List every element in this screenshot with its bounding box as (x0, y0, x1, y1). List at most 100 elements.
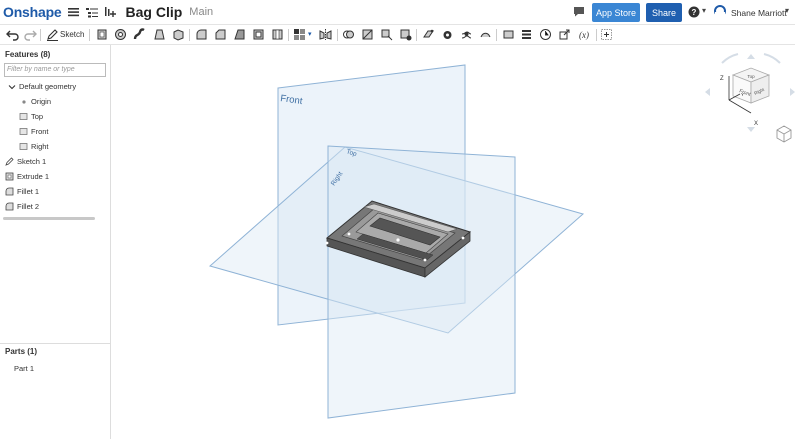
feature-item-label: Extrude 1 (17, 172, 50, 181)
feature-item-label: Right (31, 142, 49, 151)
section-view-icon[interactable] (520, 28, 533, 41)
plane-tool-icon[interactable] (422, 28, 435, 41)
sweep-icon[interactable] (133, 28, 146, 41)
viewport-canvas[interactable]: Front Top Right Top Front Right Z X Y (112, 45, 795, 439)
document-title[interactable]: Bag Clip (126, 4, 183, 20)
plane-icon (19, 112, 28, 121)
toolbar-separator (89, 29, 90, 41)
panel-divider[interactable] (0, 343, 111, 344)
toolbar-separator (189, 29, 190, 41)
toolbar-separator (337, 29, 338, 41)
right-plane[interactable] (327, 145, 516, 419)
shell-icon[interactable] (252, 28, 265, 41)
axis-x-label: X (754, 121, 758, 127)
help-icon[interactable]: ? (688, 6, 700, 18)
rotate-down-arrow-icon (747, 127, 755, 132)
fillet-icon (5, 187, 14, 196)
loft-icon[interactable] (153, 28, 166, 41)
pattern-dropdown-icon[interactable]: ▾ (308, 30, 312, 38)
transform-icon[interactable] (380, 28, 393, 41)
graphics-viewport[interactable]: Front Top Right Top Front Right Z X Y (112, 45, 795, 439)
features-title: Features (8) (5, 50, 51, 59)
rotate-left-arrow-icon (705, 88, 710, 96)
view-options-icon[interactable] (776, 125, 792, 143)
axis-y-label: Y (741, 92, 744, 97)
feature-item-label: Sketch 1 (17, 157, 47, 166)
feature-item-label: Fillet 2 (17, 202, 40, 211)
undo-icon[interactable] (6, 28, 19, 41)
insert-icon[interactable] (104, 6, 116, 18)
rotate-cw-arrow-icon (763, 53, 781, 64)
extrude-icon (5, 172, 14, 181)
toolbar-separator (40, 29, 41, 41)
sketch-button-label[interactable]: Sketch (60, 30, 84, 39)
toolbar-separator (288, 29, 289, 41)
feature-item-front[interactable]: Front (19, 127, 49, 136)
default-geometry-node[interactable]: Default geometry (7, 82, 76, 91)
feature-item-right[interactable]: Right (19, 142, 49, 151)
user-avatar-icon[interactable] (714, 5, 726, 18)
comment-icon[interactable] (573, 6, 585, 17)
onshape-logo[interactable]: Onshape (3, 4, 62, 20)
feature-item-fillet-1[interactable]: Fillet 1 (5, 187, 39, 196)
mate-connector-icon[interactable] (441, 28, 454, 41)
branch-label[interactable]: Main (189, 6, 213, 18)
chamfer-icon[interactable] (214, 28, 227, 41)
user-name[interactable]: Shane Marriott (731, 8, 787, 18)
user-menu-caret[interactable]: ▾ (785, 6, 789, 15)
redo-icon[interactable] (24, 28, 37, 41)
feature-filter-input[interactable]: Filter by name or type (4, 63, 106, 77)
thicken-icon[interactable] (172, 28, 185, 41)
feature-list-icon[interactable] (85, 7, 98, 18)
hole-icon[interactable] (271, 28, 284, 41)
feature-item-extrude-1[interactable]: Extrude 1 (5, 172, 49, 181)
view-cube-top-label[interactable]: Top (747, 74, 755, 79)
feature-list-scrollbar[interactable] (3, 217, 95, 220)
feature-item-fillet-2[interactable]: Fillet 2 (5, 202, 39, 211)
origin-point-icon (19, 97, 28, 106)
sheet-metal-icon[interactable] (502, 28, 515, 41)
pattern-icon[interactable] (293, 28, 306, 41)
plane-icon (19, 142, 28, 151)
fillet-icon[interactable] (195, 28, 208, 41)
add-custom-feature-icon[interactable] (600, 28, 613, 41)
share-button[interactable]: Share (646, 3, 682, 22)
help-caret[interactable]: ▾ (702, 6, 706, 15)
feature-item-label: Top (31, 112, 44, 121)
helix-icon[interactable] (460, 28, 473, 41)
part-item[interactable]: Part 1 (14, 364, 34, 373)
top-bar: Onshape Bag Clip Main App Store Share ? … (0, 0, 795, 25)
axis-z-label: Z (720, 76, 724, 82)
feature-item-label: Fillet 1 (17, 187, 40, 196)
svg-text:(x): (x) (579, 30, 589, 40)
toolbar-separator (416, 29, 417, 41)
measure-icon[interactable] (539, 28, 552, 41)
variable-icon[interactable]: (x) (576, 28, 592, 41)
view-cube[interactable]: Top Front Right (731, 67, 771, 104)
menu-icon[interactable] (67, 7, 79, 17)
toolbar-separator (596, 29, 597, 41)
feature-item-origin[interactable]: Origin (19, 97, 51, 106)
sketch-icon[interactable] (46, 28, 59, 41)
split-icon[interactable] (361, 28, 374, 41)
default-geometry-label: Default geometry (19, 82, 77, 91)
chevron-down-icon[interactable] (7, 82, 16, 91)
svg-text:?: ? (692, 8, 697, 17)
feature-item-label: Front (31, 127, 49, 136)
boolean-icon[interactable] (342, 28, 355, 41)
mirror-icon[interactable] (319, 28, 332, 41)
feature-item-sketch-1[interactable]: Sketch 1 (5, 157, 46, 166)
feature-toolbar: Sketch ▾ (x) (0, 25, 795, 45)
extrude-icon[interactable] (96, 28, 109, 41)
feature-item-top[interactable]: Top (19, 112, 43, 121)
export-icon[interactable] (558, 28, 571, 41)
toolbar-separator (496, 29, 497, 41)
rotate-ccw-arrow-icon (721, 53, 739, 64)
delete-part-icon[interactable] (399, 28, 412, 41)
app-store-button[interactable]: App Store (592, 3, 640, 22)
revolve-icon[interactable] (114, 28, 127, 41)
draft-icon[interactable] (233, 28, 246, 41)
rotate-up-arrow-icon (747, 54, 755, 59)
surface-icon[interactable] (479, 28, 492, 41)
feature-item-label: Origin (31, 97, 52, 106)
